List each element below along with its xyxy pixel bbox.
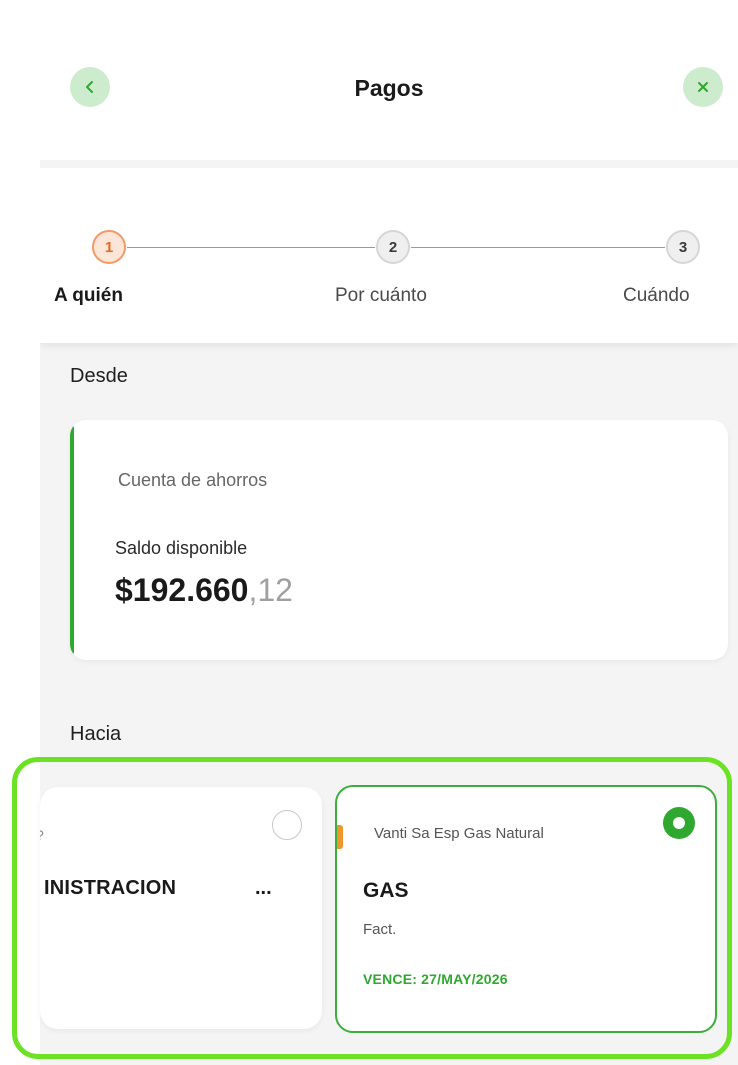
source-account-card[interactable]: Cuenta de ahorros Saldo disponible $192.… <box>70 420 728 660</box>
biller-company-partial: ? <box>40 827 44 843</box>
balance-main: $192.660 <box>115 572 249 608</box>
account-name: Cuenta de ahorros <box>118 470 268 490</box>
stepper: 1 2 3 A quién Por cuánto Cuándo <box>40 168 738 343</box>
page-title: Pagos <box>354 75 424 101</box>
biller-name: INISTRACION <box>44 877 177 899</box>
balance-amount: $192.660,12 <box>115 572 293 609</box>
biller-more: ... <box>255 877 272 899</box>
balance-cents: ,12 <box>248 572 293 608</box>
due-date: VENCE: 27/MAY/2026 <box>363 971 508 987</box>
pending-tag <box>337 825 343 849</box>
header: Pagos <box>40 35 738 160</box>
step-1-indicator: 1 <box>92 230 126 264</box>
from-section-label: Desde <box>70 365 128 387</box>
biller-radio[interactable] <box>272 810 302 840</box>
account-accent-bar <box>70 426 74 654</box>
close-icon <box>698 82 708 92</box>
step-connector <box>411 247 665 248</box>
bill-detail: Fact. <box>363 921 397 938</box>
balance-label: Saldo disponible <box>115 538 248 558</box>
step-3-indicator: 3 <box>666 230 700 264</box>
step-2-label: Por cuánto <box>335 285 427 306</box>
biller-radio-selected[interactable] <box>663 807 695 839</box>
biller-card[interactable]: ? INISTRACION ... <box>40 787 322 1029</box>
biller-company: Vanti Sa Esp Gas Natural <box>374 825 544 842</box>
step-connector <box>127 247 375 248</box>
step-1-label: A quién <box>54 285 123 306</box>
radio-dot <box>673 817 685 829</box>
biller-card-selected[interactable]: Vanti Sa Esp Gas Natural GAS Fact. VENCE… <box>335 785 717 1033</box>
biller-name: GAS <box>363 879 409 902</box>
step-2-indicator: 2 <box>376 230 410 264</box>
to-section-label: Hacia <box>70 723 122 745</box>
close-button[interactable] <box>683 67 723 107</box>
step-3-label: Cuándo <box>623 285 690 306</box>
